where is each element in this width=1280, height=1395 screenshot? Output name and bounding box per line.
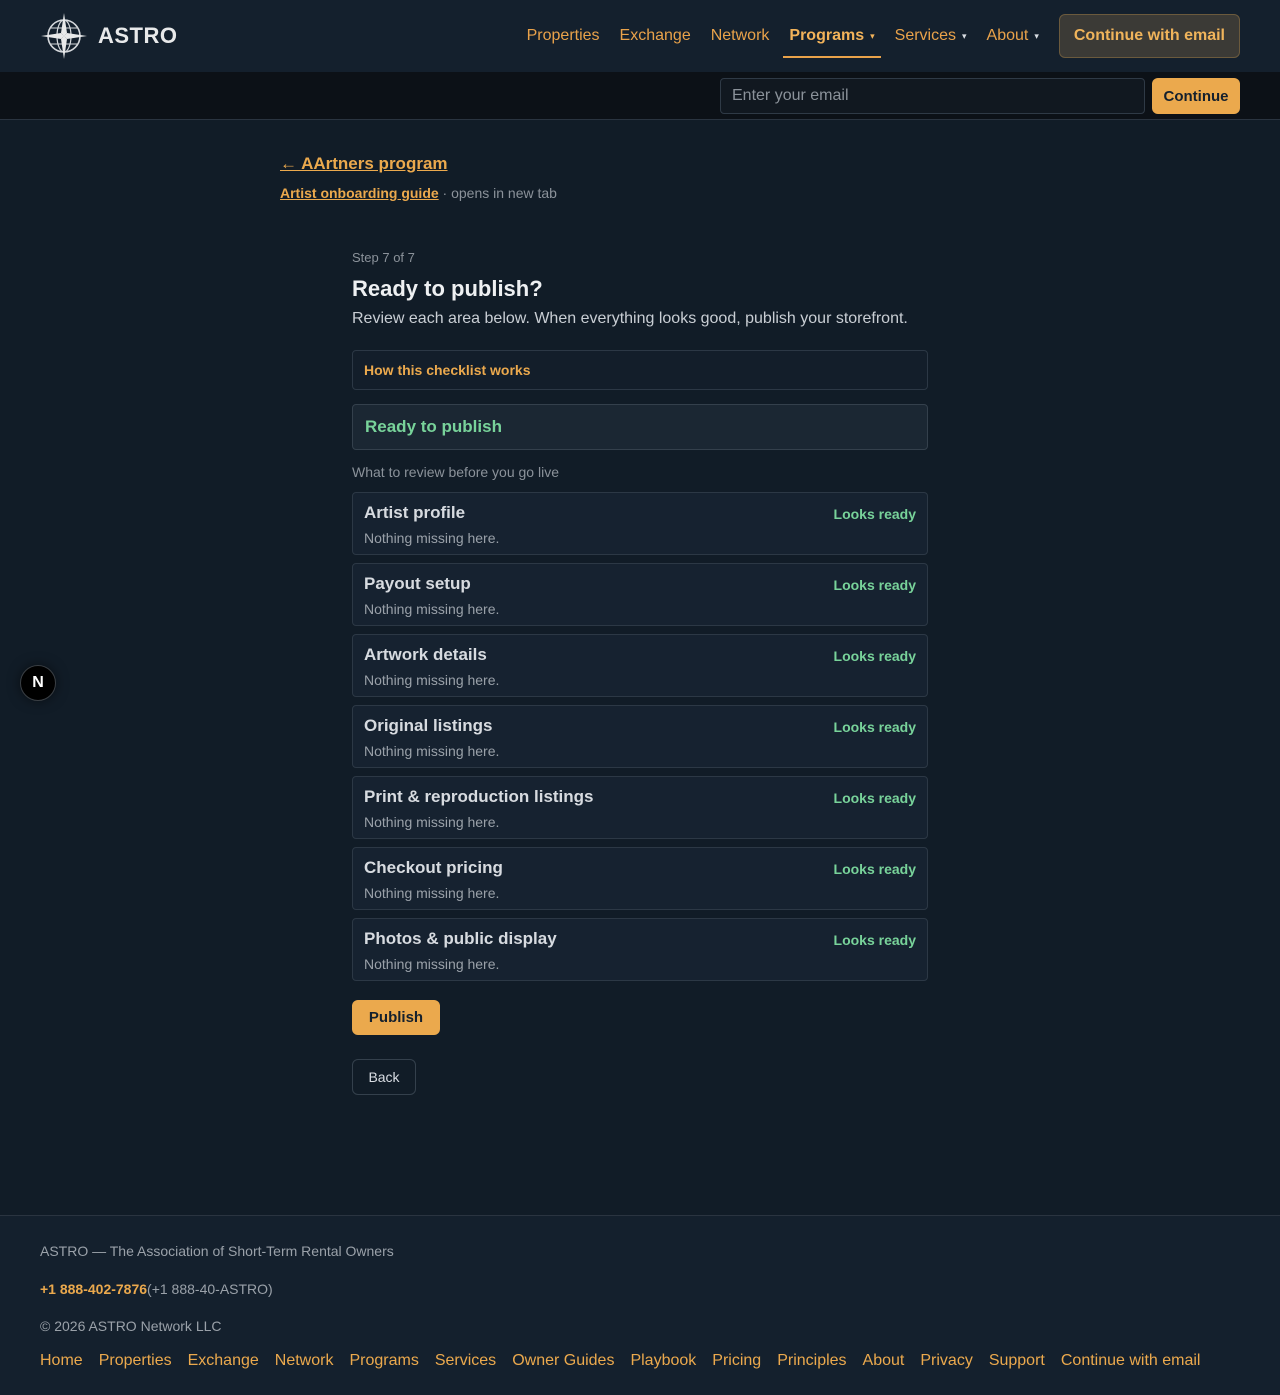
caret-down-icon: ▾ — [870, 30, 875, 41]
status-badge: Looks ready — [833, 790, 916, 806]
checklist-item-artist-profile: Artist profile Looks ready Nothing missi… — [352, 492, 928, 555]
footer-link-about[interactable]: About — [863, 1352, 905, 1370]
back-button[interactable]: Back — [352, 1059, 416, 1095]
checklist-item-payout-setup: Payout setup Looks ready Nothing missing… — [352, 563, 928, 626]
status-badge: Looks ready — [833, 648, 916, 664]
nav-programs-label: Programs — [789, 27, 865, 44]
footer-link-playbook[interactable]: Playbook — [630, 1352, 696, 1370]
footer-link-pricing[interactable]: Pricing — [712, 1352, 761, 1370]
nav-exchange-label: Exchange — [619, 27, 691, 44]
continue-with-email-button[interactable]: Continue with email — [1058, 14, 1240, 58]
nav-services[interactable]: Services ▾ — [895, 14, 967, 58]
nav-properties-label: Properties — [526, 27, 600, 44]
nav-properties[interactable]: Properties — [527, 14, 600, 58]
status-badge: Looks ready — [833, 506, 916, 522]
step-indicator: Step 7 of 7 — [352, 250, 415, 265]
checklist-item-note: Nothing missing here. — [364, 530, 500, 546]
nav-network[interactable]: Network — [711, 14, 770, 58]
top-header: ASTRO Properties Exchange Network Progra… — [0, 0, 1280, 72]
nav-about-label: About — [986, 27, 1029, 44]
footer-phone-line: +1 888-402-7876(+1 888-40-ASTRO) — [40, 1281, 273, 1297]
checklist-item-title: Print & reproduction listings — [364, 787, 594, 806]
footer-link-exchange[interactable]: Exchange — [188, 1352, 259, 1370]
ready-status-banner: Ready to publish — [352, 404, 928, 450]
guide-line: Artist onboarding guide · opens in new t… — [280, 185, 557, 201]
status-badge: Looks ready — [833, 932, 916, 948]
review-checklist: Artist profile Looks ready Nothing missi… — [352, 492, 928, 989]
checklist-item-note: Nothing missing here. — [364, 885, 500, 901]
publish-button[interactable]: Publish — [352, 1000, 440, 1035]
nav-services-label: Services — [894, 27, 956, 44]
page-title: Ready to publish? — [352, 276, 543, 301]
checklist-item-print-listings: Print & reproduction listings Looks read… — [352, 776, 928, 839]
footer-phone-alt: (+1 888-40-ASTRO) — [147, 1281, 273, 1297]
brand-name: ASTRO — [98, 23, 178, 48]
checklist-item-original-listings: Original listings Looks ready Nothing mi… — [352, 705, 928, 768]
footer-link-properties[interactable]: Properties — [99, 1352, 172, 1370]
nav-programs[interactable]: Programs ▾ — [783, 14, 881, 58]
nav-exchange[interactable]: Exchange — [620, 14, 691, 58]
checklist-item-note: Nothing missing here. — [364, 672, 500, 688]
nav-network-label: Network — [710, 27, 770, 44]
footer-link-continue-with-email[interactable]: Continue with email — [1061, 1352, 1201, 1370]
nav-about[interactable]: About ▾ — [987, 14, 1039, 58]
site-footer: ASTRO — The Association of Short-Term Re… — [0, 1215, 1280, 1395]
page-subtitle: Review each area below. When everything … — [352, 310, 908, 327]
footer-copyright: © 2026 ASTRO Network LLC — [40, 1318, 222, 1334]
email-input[interactable] — [720, 78, 1145, 114]
guide-note: · opens in new tab — [438, 185, 557, 201]
brand-home-link[interactable]: ASTRO — [40, 12, 178, 60]
status-badge: Looks ready — [833, 719, 916, 735]
footer-link-services[interactable]: Services — [435, 1352, 496, 1370]
footer-links: Home Properties Exchange Network Program… — [40, 1352, 1216, 1370]
status-badge: Looks ready — [833, 577, 916, 593]
footer-link-privacy[interactable]: Privacy — [920, 1352, 972, 1370]
back-to-program-link[interactable]: ← AArtners program — [280, 154, 448, 174]
footer-link-network[interactable]: Network — [275, 1352, 334, 1370]
checklist-item-note: Nothing missing here. — [364, 601, 500, 617]
checklist-item-checkout-pricing: Checkout pricing Looks ready Nothing mis… — [352, 847, 928, 910]
footer-link-principles[interactable]: Principles — [777, 1352, 846, 1370]
compass-logo-icon — [41, 13, 87, 59]
footer-org-name: ASTRO — The Association of Short-Term Re… — [40, 1243, 394, 1259]
checklist-item-note: Nothing missing here. — [364, 743, 500, 759]
email-continue-button[interactable]: Continue — [1152, 78, 1240, 114]
footer-link-owner-guides[interactable]: Owner Guides — [512, 1352, 614, 1370]
checklist-item-artwork-details: Artwork details Looks ready Nothing miss… — [352, 634, 928, 697]
onboarding-guide-link[interactable]: Artist onboarding guide — [280, 185, 439, 201]
review-section-label: What to review before you go live — [352, 464, 559, 480]
how-checklist-works-toggle[interactable]: How this checklist works — [352, 350, 928, 390]
checklist-item-title: Artwork details — [364, 645, 487, 664]
dev-tools-badge[interactable]: N — [20, 665, 56, 701]
caret-down-icon: ▾ — [962, 30, 967, 41]
checklist-item-photos-display: Photos & public display Looks ready Noth… — [352, 918, 928, 981]
status-badge: Looks ready — [833, 861, 916, 877]
checklist-item-title: Original listings — [364, 716, 493, 735]
main-nav: Properties Exchange Network Programs ▾ Se… — [527, 14, 1240, 58]
footer-link-home[interactable]: Home — [40, 1352, 83, 1370]
footer-link-support[interactable]: Support — [989, 1352, 1045, 1370]
checklist-item-title: Payout setup — [364, 574, 471, 593]
checklist-item-title: Artist profile — [364, 503, 466, 522]
checklist-item-note: Nothing missing here. — [364, 956, 500, 972]
caret-down-icon: ▾ — [1034, 30, 1039, 41]
checklist-item-note: Nothing missing here. — [364, 814, 500, 830]
footer-link-programs[interactable]: Programs — [349, 1352, 418, 1370]
email-signin-bar: Continue — [0, 72, 1280, 120]
footer-phone-link[interactable]: +1 888-402-7876 — [40, 1281, 147, 1297]
checklist-item-title: Checkout pricing — [364, 858, 503, 877]
checklist-item-title: Photos & public display — [364, 929, 557, 948]
